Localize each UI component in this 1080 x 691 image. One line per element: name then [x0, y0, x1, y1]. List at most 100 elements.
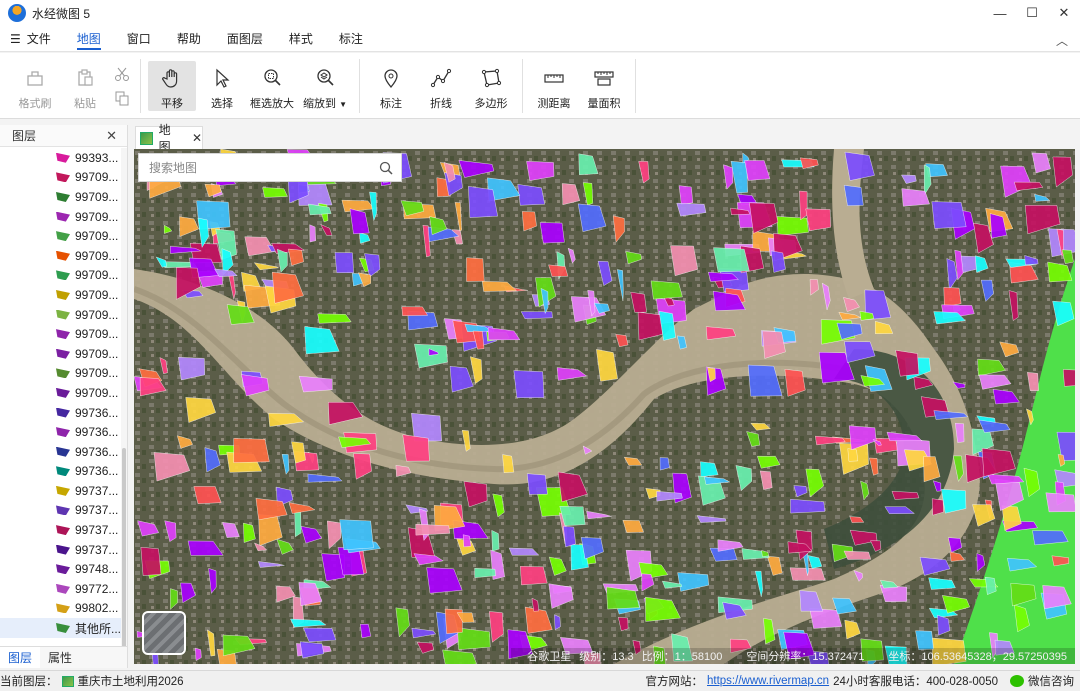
land-parcel[interactable] — [650, 280, 683, 300]
format-brush-button[interactable]: 格式刷 — [11, 61, 59, 111]
menu-window[interactable]: 窗口 — [117, 26, 161, 52]
measure-distance-button[interactable]: 测距离 — [530, 61, 578, 111]
layer-item[interactable]: 99802... — [0, 599, 126, 619]
tab-layers[interactable]: 图层 — [0, 647, 41, 668]
layer-item[interactable]: 99737... — [0, 520, 126, 540]
search-input[interactable] — [149, 160, 369, 175]
land-parcel[interactable] — [466, 257, 485, 282]
paste-button[interactable]: 粘贴 — [61, 61, 109, 111]
land-parcel[interactable] — [678, 185, 694, 205]
layer-item[interactable]: 99709... — [0, 305, 126, 325]
land-parcel[interactable] — [520, 566, 548, 586]
land-parcel[interactable] — [491, 530, 500, 552]
layer-item[interactable]: 99736... — [0, 462, 126, 482]
layer-item[interactable]: 99748... — [0, 559, 126, 579]
land-parcel[interactable] — [776, 216, 809, 236]
land-parcel[interactable] — [915, 630, 934, 650]
land-parcel[interactable] — [713, 247, 750, 273]
land-parcel[interactable] — [317, 313, 352, 324]
land-parcel[interactable] — [931, 498, 944, 516]
maximize-button[interactable]: ☐ — [1016, 0, 1048, 26]
menu-polygon-layer[interactable]: 面图层 — [217, 26, 273, 52]
land-parcel[interactable] — [402, 434, 430, 462]
minimize-button[interactable]: — — [984, 0, 1016, 26]
scrollbar-thumb[interactable] — [122, 448, 126, 648]
website-link[interactable]: https://www.rivermap.cn — [707, 675, 829, 687]
layer-item[interactable]: 99736... — [0, 442, 126, 462]
close-icon[interactable]: ✕ — [106, 128, 117, 144]
land-parcel[interactable] — [303, 627, 337, 643]
select-button[interactable]: 选择 — [198, 61, 246, 111]
land-parcel[interactable] — [339, 519, 374, 551]
menu-annotation[interactable]: 标注 — [329, 26, 373, 52]
layer-item[interactable]: 99709... — [0, 324, 126, 344]
land-parcel[interactable] — [298, 375, 333, 393]
land-parcel[interactable] — [843, 550, 872, 560]
wechat-consult-button[interactable]: 微信咨询 — [1028, 673, 1074, 689]
menu-map[interactable]: 地图 — [67, 26, 111, 52]
layer-item[interactable]: 99737... — [0, 540, 126, 560]
search-icon[interactable] — [379, 161, 393, 175]
layer-list-scrollbar[interactable] — [121, 148, 127, 648]
polygon-button[interactable]: 多边形 — [467, 61, 515, 111]
layer-item[interactable]: 99709... — [0, 266, 126, 286]
collapse-ribbon-icon[interactable]: ︿ — [1056, 32, 1068, 49]
layer-item[interactable]: 99709... — [0, 285, 126, 305]
land-parcel[interactable] — [931, 201, 967, 229]
land-parcel[interactable] — [943, 287, 962, 308]
layer-item[interactable]: 99709... — [0, 364, 126, 384]
land-parcel[interactable] — [847, 448, 859, 462]
pan-button[interactable]: 平移 — [148, 60, 196, 111]
land-parcel[interactable] — [805, 208, 831, 231]
layer-item[interactable]: 99709... — [0, 207, 126, 227]
land-parcel[interactable] — [294, 509, 302, 538]
polyline-button[interactable]: 折线 — [417, 61, 465, 111]
layer-item[interactable]: 99736... — [0, 422, 126, 442]
basemap-switcher[interactable] — [142, 611, 186, 655]
menu-file[interactable]: 文件 — [21, 26, 61, 52]
land-parcel[interactable] — [1045, 492, 1075, 513]
land-parcel[interactable] — [1063, 369, 1075, 387]
layer-item[interactable]: 其他所... — [0, 618, 126, 638]
tab-map[interactable]: 地图 ✕ — [135, 123, 203, 154]
land-parcel[interactable] — [309, 224, 316, 243]
layer-item[interactable]: 99709... — [0, 187, 126, 207]
land-parcel[interactable] — [415, 523, 451, 536]
close-window-button[interactable]: ✕ — [1048, 0, 1080, 26]
zoom-box-button[interactable]: 框选放大 — [248, 61, 296, 111]
layer-item[interactable]: 99772... — [0, 579, 126, 599]
layer-item[interactable]: 99737... — [0, 481, 126, 501]
land-parcel[interactable] — [520, 311, 553, 320]
layer-item[interactable]: 99709... — [0, 226, 126, 246]
layer-item[interactable]: 99709... — [0, 246, 126, 266]
zoom-to-button[interactable]: 缩放到 ▼ — [298, 61, 352, 111]
satellite-map[interactable] — [134, 149, 1075, 664]
land-parcel[interactable] — [563, 526, 576, 548]
land-parcel[interactable] — [334, 252, 354, 273]
land-parcel[interactable] — [548, 264, 569, 277]
layer-item[interactable]: 99736... — [0, 403, 126, 423]
measure-area-button[interactable]: 量面积 — [580, 61, 628, 111]
land-parcel[interactable] — [843, 185, 864, 206]
layer-item[interactable]: 99737... — [0, 501, 126, 521]
land-parcel[interactable] — [526, 473, 548, 495]
land-parcel[interactable] — [262, 187, 288, 198]
layer-item[interactable]: 99709... — [0, 383, 126, 403]
land-parcel[interactable] — [140, 547, 162, 576]
tab-properties[interactable]: 属性 — [40, 647, 80, 668]
menu-help[interactable]: 帮助 — [167, 26, 211, 52]
land-parcel[interactable] — [799, 190, 808, 221]
land-parcel[interactable] — [539, 222, 565, 244]
cut-icon[interactable] — [114, 66, 130, 82]
layer-item[interactable]: 99393... — [0, 148, 126, 168]
layer-item[interactable]: 99709... — [0, 344, 126, 364]
land-parcel[interactable] — [233, 438, 270, 463]
copy-icon[interactable] — [114, 90, 130, 106]
map-search-box[interactable] — [138, 153, 402, 182]
dropdown-arrow-icon[interactable]: ▼ — [339, 100, 347, 109]
menu-style[interactable]: 样式 — [279, 26, 323, 52]
marker-button[interactable]: 标注 — [367, 61, 415, 111]
land-parcel[interactable] — [891, 491, 920, 500]
map-view[interactable]: 谷歌卫星 级别：13.3 比例：1：58100 空间分辨率：15.372471 … — [134, 149, 1075, 664]
land-parcel[interactable] — [513, 370, 545, 399]
